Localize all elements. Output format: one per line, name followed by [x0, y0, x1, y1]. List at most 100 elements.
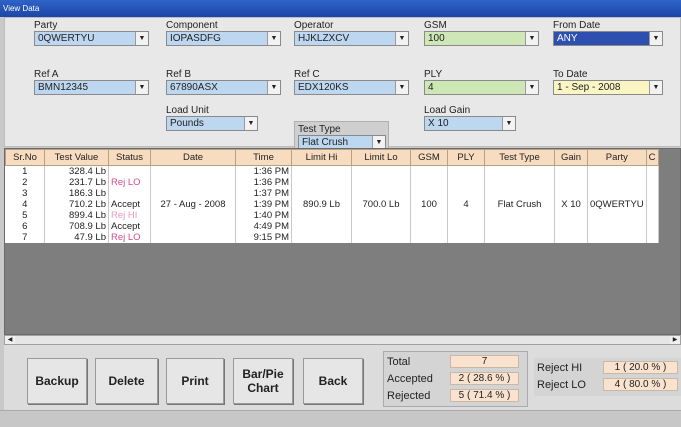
cell-ply [447, 221, 485, 232]
col-header[interactable]: Limit Hi [291, 149, 352, 166]
ref-a-value: BMN12345 [38, 82, 89, 93]
backup-button[interactable]: Backup [27, 358, 87, 404]
party-combo[interactable]: 0QWERTYU ▼ [34, 31, 149, 46]
chevron-down-icon[interactable]: ▼ [267, 32, 280, 45]
table-row[interactable]: 1 328.4 Lb 1:36 PM [5, 165, 659, 177]
ref-a-combo[interactable]: BMN12345 ▼ [34, 80, 149, 95]
table-row[interactable]: 2 231.7 Lb Rej LO 1:36 PM [5, 177, 659, 188]
to-date-label: To Date [553, 69, 588, 80]
col-header[interactable]: Time [235, 149, 292, 166]
operator-combo[interactable]: HJKLZXCV ▼ [294, 31, 409, 46]
cell-status: Rej HI [108, 210, 151, 221]
col-header[interactable]: C [645, 149, 659, 166]
table-row[interactable]: 3 186.3 Lb 1:37 PM [5, 188, 659, 199]
cell-ply [447, 210, 485, 221]
col-header[interactable]: Gain [554, 149, 588, 166]
cell-gsm [410, 210, 448, 221]
cell-time: 9:15 PM [235, 232, 292, 243]
load-unit-combo[interactable]: Pounds ▼ [166, 116, 258, 131]
cell-test-type [484, 188, 555, 199]
component-combo[interactable]: IOPASDFG ▼ [166, 31, 281, 46]
chart-button[interactable]: Bar/Pie Chart [233, 358, 293, 404]
cell-limit-lo [351, 177, 411, 188]
load-unit-label: Load Unit [166, 105, 209, 116]
total-row: Total 7 [387, 355, 519, 368]
table-row[interactable]: 5 899.4 Lb Rej HI 1:40 PM [5, 210, 659, 221]
chevron-down-icon[interactable]: ▼ [244, 117, 257, 130]
cell-sr: 5 [5, 210, 45, 221]
chevron-down-icon[interactable]: ▼ [267, 81, 280, 94]
data-grid[interactable]: Sr.No Test Value Status Date Time Limit … [4, 148, 681, 335]
ref-b-combo[interactable]: 67890ASX ▼ [166, 80, 281, 95]
load-gain-value: X 10 [428, 118, 449, 129]
chevron-down-icon[interactable]: ▼ [135, 81, 148, 94]
col-header[interactable]: PLY [447, 149, 485, 166]
accepted-row: Accepted 2 ( 28.6 % ) [387, 372, 519, 385]
ply-value: 4 [428, 82, 434, 93]
chevron-down-icon[interactable]: ▼ [395, 81, 408, 94]
col-header[interactable]: Date [150, 149, 236, 166]
cell-limit-lo [351, 221, 411, 232]
to-date-combo[interactable]: 1 - Sep - 2008 ▼ [553, 80, 663, 95]
cell-date [150, 188, 236, 199]
col-header[interactable]: Status [108, 149, 151, 166]
table-row[interactable]: 6 708.9 Lb Accept 4:49 PM [5, 221, 659, 232]
ply-label: PLY [424, 69, 443, 80]
ply-combo[interactable]: 4 ▼ [424, 80, 539, 95]
scroll-right-icon[interactable]: ▶ [670, 336, 680, 344]
reject-lo-value: 4 ( 80.0 % ) [603, 378, 678, 391]
table-header-row: Sr.No Test Value Status Date Time Limit … [5, 149, 659, 166]
load-unit-field: Load Unit Pounds ▼ [166, 105, 258, 131]
gsm-combo[interactable]: 100 ▼ [424, 31, 539, 46]
cell-overflow [646, 232, 659, 243]
chevron-down-icon[interactable]: ▼ [525, 81, 538, 94]
from-date-field: From Date ANY ▼ [553, 20, 663, 46]
component-field: Component IOPASDFG ▼ [166, 20, 281, 46]
cell-limit-hi [291, 165, 352, 177]
from-date-combo[interactable]: ANY ▼ [553, 31, 663, 46]
chevron-down-icon[interactable]: ▼ [649, 32, 662, 45]
ref-c-combo[interactable]: EDX120KS ▼ [294, 80, 409, 95]
chevron-down-icon[interactable]: ▼ [135, 32, 148, 45]
cell-overflow [646, 165, 659, 177]
col-header[interactable]: GSM [410, 149, 448, 166]
scroll-left-icon[interactable]: ◀ [5, 336, 15, 344]
operator-label: Operator [294, 20, 334, 31]
load-unit-value: Pounds [170, 118, 204, 129]
cell-overflow [646, 188, 659, 199]
col-header[interactable]: Limit Lo [351, 149, 411, 166]
cell-gain [554, 177, 588, 188]
chevron-down-icon[interactable]: ▼ [395, 32, 408, 45]
col-header[interactable]: Test Value [44, 149, 109, 166]
chevron-down-icon[interactable]: ▼ [525, 32, 538, 45]
horizontal-scrollbar[interactable]: ◀ ▶ [4, 335, 681, 345]
operator-value: HJKLZXCV [298, 33, 350, 44]
component-value: IOPASDFG [170, 33, 221, 44]
cell-test-type [484, 165, 555, 177]
cell-gsm [410, 221, 448, 232]
cell-ply [447, 188, 485, 199]
load-gain-combo[interactable]: X 10 ▼ [424, 116, 516, 131]
table-row[interactable]: 7 47.9 Lb Rej LO 9:15 PM [5, 232, 659, 243]
cell-gain: X 10 [554, 199, 588, 210]
cell-date [150, 165, 236, 177]
ref-c-label: Ref C [294, 69, 320, 80]
test-type-field: Test Type Flat Crush ▼ [298, 124, 386, 150]
col-header[interactable]: Test Type [484, 149, 555, 166]
table-row[interactable]: 4 710.2 Lb Accept 27 - Aug - 2008 1:39 PM 890… [5, 199, 659, 210]
chevron-down-icon[interactable]: ▼ [649, 81, 662, 94]
rejected-label: Rejected [387, 390, 431, 402]
col-header[interactable]: Sr.No [5, 149, 45, 166]
cell-date [150, 221, 236, 232]
cell-party [587, 165, 647, 177]
cell-sr: 7 [5, 232, 45, 243]
operator-field: Operator HJKLZXCV ▼ [294, 20, 409, 46]
col-header[interactable]: Party [587, 149, 647, 166]
delete-button[interactable]: Delete [95, 358, 158, 404]
cell-limit-hi [291, 177, 352, 188]
back-button[interactable]: Back [303, 358, 363, 404]
accepted-value: 2 ( 28.6 % ) [450, 372, 519, 385]
cell-gain [554, 188, 588, 199]
chevron-down-icon[interactable]: ▼ [502, 117, 515, 130]
print-button[interactable]: Print [166, 358, 224, 404]
